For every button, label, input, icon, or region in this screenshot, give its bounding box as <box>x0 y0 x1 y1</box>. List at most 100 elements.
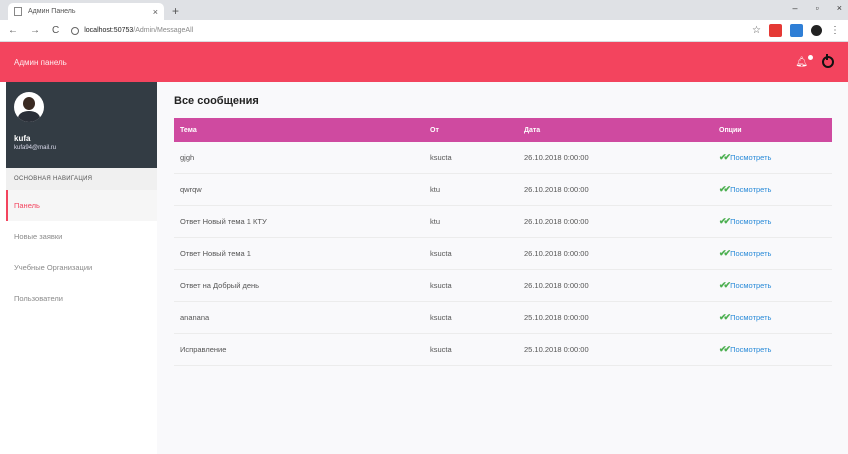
close-window-button[interactable]: × <box>837 3 842 13</box>
cell-from: ksucta <box>424 237 518 270</box>
view-link[interactable]: ✔✔ Посмотреть <box>719 152 771 163</box>
cell-from: ktu <box>424 205 518 238</box>
cell-from: ksucta <box>424 301 518 334</box>
minimize-button[interactable]: – <box>793 3 798 13</box>
cell-from: ksucta <box>424 269 518 302</box>
check-icon: ✔✔ <box>719 280 731 290</box>
profile-avatar-icon[interactable] <box>811 25 822 36</box>
cell-date: 26.10.2018 0:00:00 <box>518 205 713 238</box>
cell-date: 26.10.2018 0:00:00 <box>518 173 713 206</box>
url-path: /Admin/MessageAll <box>133 27 194 34</box>
view-link[interactable]: ✔✔ Посмотреть <box>719 280 771 291</box>
cell-date: 25.10.2018 0:00:00 <box>518 301 713 334</box>
cell-topic: Исправление <box>174 333 424 366</box>
table-row: Ответ Новый тема 1 ksucta 26.10.2018 0:0… <box>174 237 832 270</box>
check-icon: ✔✔ <box>719 152 731 162</box>
table-row: Исправление ksucta 25.10.2018 0:00:00 ✔✔… <box>174 333 832 366</box>
view-label: Посмотреть <box>730 281 772 290</box>
forward-arrow-icon[interactable]: → <box>30 25 40 36</box>
cell-topic: Ответ Новый тема 1 <box>174 237 424 270</box>
cell-date: 26.10.2018 0:00:00 <box>518 269 713 302</box>
check-icon: ✔✔ <box>719 184 731 194</box>
cell-topic: gjgh <box>174 142 424 174</box>
view-label: Посмотреть <box>730 345 772 354</box>
cell-from: ksucta <box>424 333 518 366</box>
view-label: Посмотреть <box>730 185 772 194</box>
column-header-topic: Тема <box>180 126 197 134</box>
avatar <box>14 92 44 122</box>
cell-topic: ananana <box>174 301 424 334</box>
view-link[interactable]: ✔✔ Посмотреть <box>719 344 771 355</box>
info-icon[interactable] <box>71 26 80 35</box>
check-icon: ✔✔ <box>719 248 731 258</box>
column-header-date: Дата <box>524 126 541 134</box>
sidebar-item-users[interactable]: Пользователи <box>6 283 157 314</box>
cell-from: ktu <box>424 173 518 206</box>
notification-dot <box>808 54 813 60</box>
url-field[interactable]: localhost:50753/Admin/MessageAll <box>71 26 752 35</box>
reload-icon[interactable]: C <box>52 25 59 36</box>
table-header-row: Тема От Дата Опции <box>174 118 832 142</box>
view-link[interactable]: ✔✔ Посмотреть <box>719 216 771 227</box>
back-arrow-icon[interactable]: ← <box>8 25 18 36</box>
sidebar-item-dashboard[interactable]: Панель <box>6 190 157 221</box>
table-row: ananana ksucta 25.10.2018 0:00:00 ✔✔ Посм… <box>174 301 832 334</box>
check-icon: ✔✔ <box>719 344 731 354</box>
extension-icon[interactable] <box>790 24 803 37</box>
view-link[interactable]: ✔✔ Посмотреть <box>719 312 771 323</box>
view-label: Посмотреть <box>730 249 772 258</box>
table-row: Ответ Новый тема 1 КТУ ktu 26.10.2018 0:… <box>174 205 832 238</box>
header-icons: 🔔︎ <box>795 54 834 68</box>
sidebar-item-label: Пользователи <box>14 294 63 303</box>
table-row: qwrqw ktu 26.10.2018 0:00:00 ✔✔ Посмотрет… <box>174 173 832 206</box>
sidebar-item-label: Панель <box>14 201 40 210</box>
browser-tab-bar: Админ Панель × + – ▫ × <box>0 0 848 20</box>
cell-topic: Ответ Новый тема 1 КТУ <box>174 205 424 238</box>
messages-table: Тема От Дата Опции gjgh ksucta 26.10.201… <box>174 118 832 366</box>
app-header: Админ панель 🔔︎ <box>0 42 848 82</box>
close-tab-icon[interactable]: × <box>153 7 158 17</box>
brand-title[interactable]: Админ панель <box>14 58 795 67</box>
cell-date: 26.10.2018 0:00:00 <box>518 237 713 270</box>
sidebar-item-new-requests[interactable]: Новые заявки <box>6 221 157 252</box>
check-icon: ✔✔ <box>719 312 731 322</box>
new-tab-button[interactable]: + <box>172 3 179 20</box>
sidebar-item-label: Учебные Организации <box>14 263 93 272</box>
cell-date: 25.10.2018 0:00:00 <box>518 333 713 366</box>
main-content: Все сообщения Тема От Дата Опции gjgh ks… <box>157 82 848 454</box>
sidebar-item-label: Новые заявки <box>14 232 63 241</box>
user-profile: kufa kufa94@mail.ru <box>6 82 157 168</box>
column-header-from: От <box>430 126 439 134</box>
user-email: kufa94@mail.ru <box>14 145 57 151</box>
window-controls: – ▫ × <box>793 3 842 13</box>
bookmark-star-icon[interactable]: ☆ <box>752 25 761 36</box>
table-row: Ответ на Добрый день ksucta 26.10.2018 0… <box>174 269 832 302</box>
sidebar: kufa kufa94@mail.ru ОСНОВНАЯ НАВИГАЦИЯ П… <box>6 82 158 454</box>
view-label: Посмотреть <box>730 217 772 226</box>
view-label: Посмотреть <box>730 153 772 162</box>
menu-kebab-icon[interactable]: ⋮ <box>830 25 840 36</box>
tab-title: Админ Панель <box>28 8 76 15</box>
user-name: kufa <box>14 134 31 143</box>
url-host: localhost:50753 <box>84 27 134 34</box>
browser-tab[interactable]: Админ Панель × <box>8 3 164 20</box>
cell-topic: qwrqw <box>174 173 424 206</box>
sidebar-item-organizations[interactable]: Учебные Организации <box>6 252 157 283</box>
view-link[interactable]: ✔✔ Посмотреть <box>719 248 771 259</box>
page-title: Все сообщения <box>174 95 259 107</box>
nav-section-title: ОСНОВНАЯ НАВИГАЦИЯ <box>6 168 157 190</box>
view-link[interactable]: ✔✔ Посмотреть <box>719 184 771 195</box>
cell-from: ksucta <box>424 142 518 174</box>
page-icon <box>14 7 22 16</box>
column-header-options: Опции <box>719 126 742 134</box>
extensions-area: ☆ ⋮ <box>752 24 840 37</box>
maximize-button[interactable]: ▫ <box>816 3 819 13</box>
cell-date: 26.10.2018 0:00:00 <box>518 142 713 174</box>
extension-icon[interactable] <box>769 24 782 37</box>
bell-icon[interactable]: 🔔︎ <box>795 54 813 68</box>
power-icon[interactable] <box>822 54 834 68</box>
address-bar: ← → C localhost:50753/Admin/MessageAll ☆… <box>0 20 848 42</box>
check-icon: ✔✔ <box>719 216 731 226</box>
cell-topic: Ответ на Добрый день <box>174 269 424 302</box>
table-row: gjgh ksucta 26.10.2018 0:00:00 ✔✔ Посмотр… <box>174 142 832 174</box>
